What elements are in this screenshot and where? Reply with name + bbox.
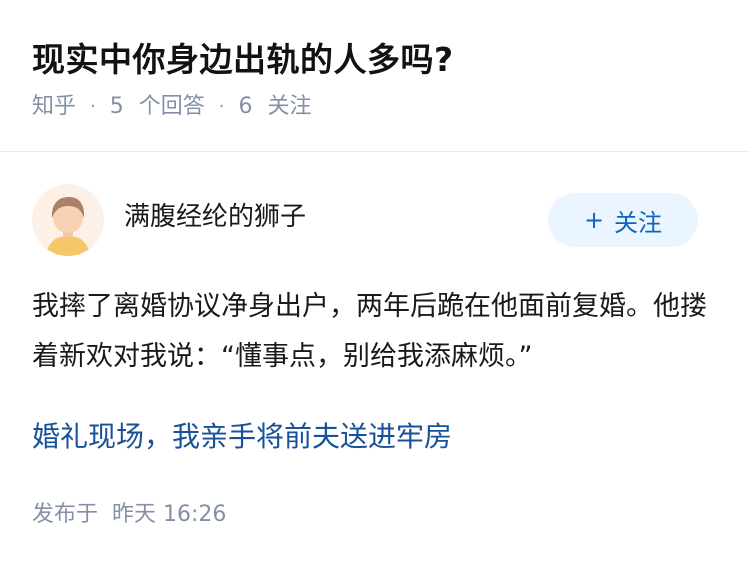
publish-label: 发布于 [32,502,99,527]
header-divider [0,151,750,152]
user-avatar-icon [32,184,104,256]
answers-count-label: 个回答 [138,94,205,119]
answers-count-value: 5 [109,94,124,119]
follow-label: 关注 [614,208,663,237]
question-title[interactable]: 现实中你身边出轨的人多吗? [32,38,718,82]
publish-time: 昨天 16:26 [112,502,227,527]
followers-count-value: 6 [238,94,253,119]
source-label: 知乎 [32,94,77,119]
publish-info: 发布于 昨天 16:26 [32,498,226,532]
meta-separator: · [90,96,96,117]
question-header: 现实中你身边出轨的人多吗? 知乎 · 5 个回答 · 6 关注 [0,0,750,119]
author-name[interactable]: 满腹经纶的狮子 [124,196,548,233]
answer-text[interactable]: 我摔了离婚协议净身出户，两年后跪在他面前复婚。他搂着新欢对我说：“懂事点，别给我… [32,282,722,382]
question-meta: 知乎 · 5 个回答 · 6 关注 [32,90,718,124]
plus-icon: + [583,206,605,234]
answer-page: 现实中你身边出轨的人多吗? 知乎 · 5 个回答 · 6 关注 满腹经纶的狮子 … [0,0,750,566]
avatar[interactable] [32,184,104,256]
followers-count-label: 关注 [267,94,312,119]
meta-separator: · [218,96,225,117]
related-article-link[interactable]: 婚礼现场，我亲手将前夫送进牢房 [32,414,452,460]
follow-button[interactable]: + 关注 [548,193,698,247]
author-row: 满腹经纶的狮子 + 关注 [32,183,698,257]
answers-count[interactable]: 5 个回答 [110,90,205,124]
followers-count[interactable]: 6 关注 [239,90,312,124]
